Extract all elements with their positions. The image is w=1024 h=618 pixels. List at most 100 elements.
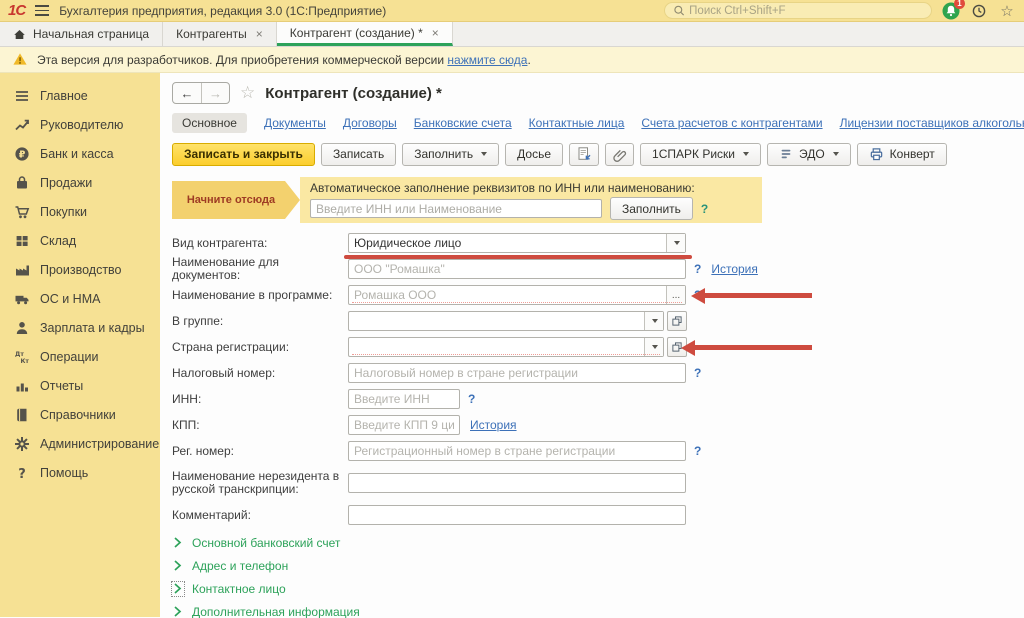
help-icon[interactable]: ? xyxy=(694,444,701,458)
tab-home[interactable]: Начальная страница xyxy=(0,22,163,46)
top-bar: 1С Бухгалтерия предприятия, редакция 3.0… xyxy=(0,0,1024,22)
nav-link-licenzii[interactable]: Лицензии поставщиков алкогольной продукц… xyxy=(840,116,1024,130)
ellipsis-button[interactable]: ... xyxy=(666,286,685,304)
svg-text:Кт: Кт xyxy=(21,358,30,365)
tab-kontragenty[interactable]: Контрагенты × xyxy=(163,22,277,46)
nav-link-dogovory[interactable]: Договоры xyxy=(343,116,397,130)
envelope-button[interactable]: Конверт xyxy=(857,143,947,166)
section-adres-i-telefon[interactable]: Адрес и телефон xyxy=(172,554,1024,577)
history-button[interactable] xyxy=(970,2,988,20)
inn-input[interactable] xyxy=(349,390,459,408)
nerezident-input[interactable] xyxy=(349,474,685,492)
nav-link-scheta-raschetov[interactable]: Счета расчетов с контрагентами xyxy=(641,116,822,130)
grid-icon xyxy=(14,233,30,249)
nalogovyy-nomer-field[interactable] xyxy=(348,363,686,383)
istoriya-link[interactable]: История xyxy=(711,262,758,276)
bar-chart-icon xyxy=(14,378,30,394)
fill-menu-button[interactable]: Заполнить xyxy=(402,143,499,166)
load-document-button[interactable] xyxy=(569,143,599,166)
help-icon[interactable]: ? xyxy=(694,366,701,380)
kpp-field[interactable] xyxy=(348,415,460,435)
spark-risks-button[interactable]: 1СПАРК Риски xyxy=(640,143,761,166)
autofill-help-link[interactable]: ? xyxy=(701,202,708,216)
main-menu-icon[interactable] xyxy=(35,5,49,15)
back-button[interactable]: ← xyxy=(173,83,201,103)
favorites-button[interactable]: ☆ xyxy=(998,2,1016,20)
section-kontaktnoe-lico[interactable]: Контактное лицо xyxy=(172,577,1024,600)
section-dopolnitelnaya-informaciya[interactable]: Дополнительная информация xyxy=(172,600,1024,618)
sidebar-item-bank-i-kassa[interactable]: ₽ Банк и касса xyxy=(0,139,160,168)
naimenovanie-dokumentov-input[interactable] xyxy=(349,260,685,278)
sidebar-item-proizvodstvo[interactable]: Производство xyxy=(0,255,160,284)
istoriya-link[interactable]: История xyxy=(470,418,517,432)
sidebar-item-pokupki[interactable]: Покупки xyxy=(0,197,160,226)
warning-icon xyxy=(12,52,28,67)
factory-icon xyxy=(14,262,30,278)
help-icon[interactable]: ? xyxy=(468,392,475,406)
search-input[interactable] xyxy=(689,5,923,17)
tab-kontragent-create[interactable]: Контрагент (создание) * × xyxy=(277,22,453,46)
notifications-button[interactable]: 1 xyxy=(942,2,960,20)
nerezident-field[interactable] xyxy=(348,473,686,493)
dropdown-button[interactable] xyxy=(644,312,663,330)
kommentariy-input[interactable] xyxy=(349,506,685,524)
dropdown-button[interactable] xyxy=(644,338,663,356)
vid-kontragenta-value[interactable] xyxy=(349,234,666,252)
kpp-input[interactable] xyxy=(349,416,459,434)
forward-button[interactable]: → xyxy=(201,83,229,103)
reg-nomer-input[interactable] xyxy=(349,442,685,460)
inn-or-name-input[interactable] xyxy=(310,199,602,218)
chevron-down-icon xyxy=(481,152,487,156)
open-list-button[interactable] xyxy=(667,311,687,331)
nav-link-osnovnoe[interactable]: Основное xyxy=(172,113,247,133)
inn-field[interactable] xyxy=(348,389,460,409)
field-label-v-gruppe: В группе: xyxy=(172,315,348,328)
sidebar-item-glavnoe[interactable]: Главное xyxy=(0,81,160,110)
sidebar-item-sklad[interactable]: Склад xyxy=(0,226,160,255)
kommentariy-field[interactable] xyxy=(348,505,686,525)
nalogovyy-nomer-input[interactable] xyxy=(349,364,685,382)
help-icon[interactable]: ? xyxy=(694,262,701,276)
autofill-fill-button[interactable]: Заполнить xyxy=(610,197,693,220)
strana-registracii-combo[interactable] xyxy=(348,337,664,357)
sidebar-item-otchety[interactable]: Отчеты xyxy=(0,371,160,400)
sidebar-item-rukovoditelyu[interactable]: Руководителю xyxy=(0,110,160,139)
sidebar-item-prodazhi[interactable]: Продажи xyxy=(0,168,160,197)
favorite-star-icon[interactable]: ☆ xyxy=(240,83,255,103)
attachments-button[interactable] xyxy=(605,143,634,166)
open-window-icon xyxy=(671,315,683,327)
v-gruppe-combo[interactable] xyxy=(348,311,664,331)
section-bankovskiy-schet[interactable]: Основной банковский счет xyxy=(172,531,1024,554)
sidebar-item-operacii[interactable]: ДтКт Операции xyxy=(0,342,160,371)
sidebar-item-zarplata-i-kadry[interactable]: Зарплата и кадры xyxy=(0,313,160,342)
save-close-button[interactable]: Записать и закрыть xyxy=(172,143,315,166)
nav-link-kontaktnye-lica[interactable]: Контактные лица xyxy=(529,116,625,130)
strana-registracii-input[interactable] xyxy=(349,338,644,356)
bag-icon xyxy=(14,175,30,191)
v-gruppe-input[interactable] xyxy=(349,312,644,330)
naimenovanie-programme-input[interactable] xyxy=(349,286,666,304)
edo-button[interactable]: ЭДО xyxy=(767,143,851,166)
chevron-right-icon xyxy=(172,582,184,596)
dossier-button[interactable]: Досье xyxy=(505,143,563,166)
reg-nomer-field[interactable] xyxy=(348,441,686,461)
sidebar-item-spravochniki[interactable]: Справочники xyxy=(0,400,160,429)
field-label-kpp: КПП: xyxy=(172,419,348,432)
tab-close-icon[interactable]: × xyxy=(432,26,439,40)
dropdown-button[interactable] xyxy=(666,234,685,252)
nav-link-bankovskie-scheta[interactable]: Банковские счета xyxy=(414,116,512,130)
vid-kontragenta-combo[interactable] xyxy=(348,233,686,253)
global-search[interactable] xyxy=(664,2,932,19)
banner-link[interactable]: нажмите сюда xyxy=(447,53,527,67)
nav-link-dokumenty[interactable]: Документы xyxy=(264,116,326,130)
main-panel: ← → ☆ Контрагент (создание) * Основное Д… xyxy=(160,73,1024,617)
naimenovanie-programme-field[interactable]: ... xyxy=(348,285,686,305)
naimenovanie-dokumentov-field[interactable] xyxy=(348,259,686,279)
save-button[interactable]: Записать xyxy=(321,143,396,166)
sidebar-item-os-i-nma[interactable]: ОС и НМА xyxy=(0,284,160,313)
dt-kt-icon: ДтКт xyxy=(14,349,30,365)
gear-icon xyxy=(14,436,30,452)
tab-close-icon[interactable]: × xyxy=(256,27,263,41)
sidebar-item-administrirovanie[interactable]: Администрирование xyxy=(0,429,160,458)
sidebar-item-pomosch[interactable]: ? Помощь xyxy=(0,458,160,487)
